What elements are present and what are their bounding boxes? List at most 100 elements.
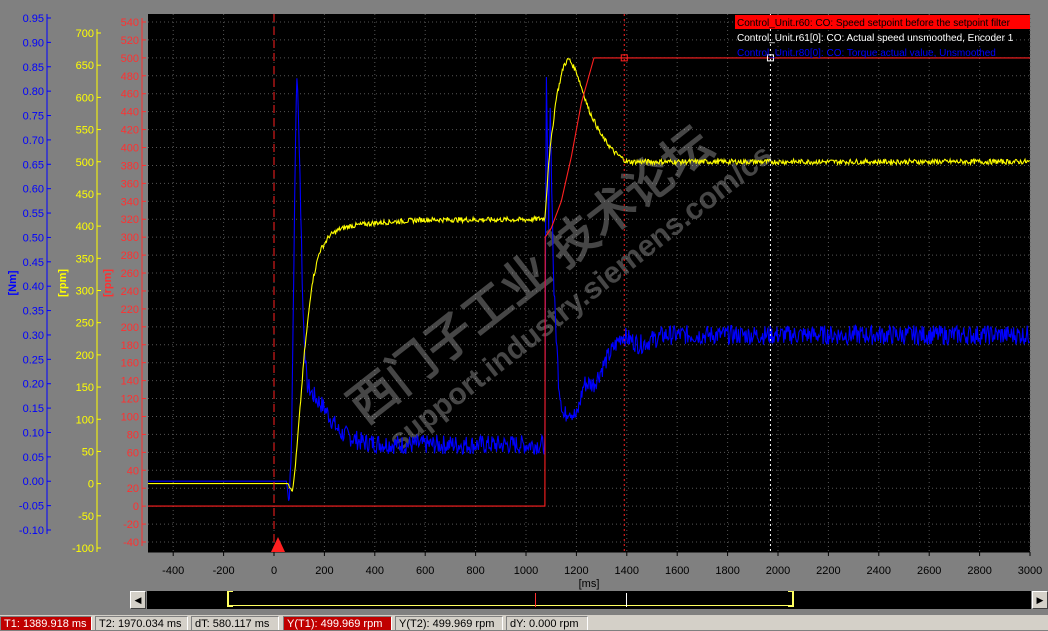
- setpoint-tick-label: -40: [123, 537, 139, 549]
- speed-tick-label: 550: [76, 125, 94, 137]
- setpoint-tick-label: 80: [127, 429, 139, 441]
- torque-tick-label: 0.05: [23, 452, 44, 464]
- x-tick-label: 2400: [867, 565, 891, 577]
- setpoint-tick-label: 140: [121, 376, 139, 388]
- setpoint-tick-label: 420: [121, 125, 139, 137]
- legend-entry-speed: Control_Unit.r61[0]: CO: Actual speed un…: [737, 33, 1014, 44]
- speed-tick-label: 700: [76, 28, 94, 40]
- setpoint-tick-label: 340: [121, 196, 139, 208]
- scroll-cursor-t2: [626, 593, 627, 607]
- torque-tick-label: 0.65: [23, 159, 44, 171]
- legend: Control_Unit.r60: CO: Speed setpoint bef…: [735, 15, 1030, 59]
- speed-tick-label: 300: [76, 286, 94, 298]
- setpoint-tick-label: 440: [121, 107, 139, 119]
- scrollbar-range-thumb[interactable]: [227, 591, 794, 607]
- x-tick-label: -200: [213, 565, 235, 577]
- speed-tick-label: 600: [76, 92, 94, 104]
- x-axis-title: [ms]: [579, 578, 600, 590]
- status-dt: dT: 580.117 ms: [191, 616, 279, 630]
- speed-tick-label: 250: [76, 318, 94, 330]
- torque-tick-label: -0.10: [19, 525, 44, 537]
- speed-tick-label: 350: [76, 253, 94, 265]
- setpoint-tick-label: 360: [121, 178, 139, 190]
- torque-tick-label: 0.60: [23, 184, 44, 196]
- torque-tick-label: 0.10: [23, 427, 44, 439]
- x-tick-label: 0: [271, 565, 277, 577]
- x-tick-label: 1200: [564, 565, 588, 577]
- speed-axis-title: [rpm]: [57, 269, 69, 297]
- torque-tick-label: 0.35: [23, 306, 44, 318]
- x-tick-label: 1600: [665, 565, 689, 577]
- x-tick-label: -400: [162, 565, 184, 577]
- setpoint-tick-label: 220: [121, 304, 139, 316]
- status-dy: dY: 0.000 rpm: [506, 616, 588, 630]
- torque-tick-label: 0.45: [23, 257, 44, 269]
- status-y-t1: Y(T1): 499.969 rpm: [283, 616, 392, 630]
- setpoint-tick-label: 0: [133, 501, 139, 513]
- status-y-t2: Y(T2): 499.969 rpm: [395, 616, 503, 630]
- x-tick-label: 2600: [917, 565, 941, 577]
- x-tick-label: 200: [315, 565, 333, 577]
- torque-tick-label: 0.95: [23, 13, 44, 25]
- setpoint-tick-label: 180: [121, 340, 139, 352]
- torque-axis-title: [Nm]: [7, 270, 19, 295]
- setpoint-tick-label: 480: [121, 71, 139, 83]
- x-tick-label: 800: [466, 565, 484, 577]
- x-tick-label: 600: [416, 565, 434, 577]
- torque-tick-label: 0.75: [23, 111, 44, 123]
- torque-tick-label: 0.55: [23, 208, 44, 220]
- speed-tick-label: -100: [72, 543, 94, 555]
- x-tick-label: 1000: [514, 565, 538, 577]
- setpoint-tick-label: 120: [121, 394, 139, 406]
- setpoint-tick-label: 20: [127, 483, 139, 495]
- setpoint-tick-label: 160: [121, 358, 139, 370]
- scroll-cursor-t1: [535, 593, 536, 607]
- status-t2: T2: 1970.034 ms: [95, 616, 188, 630]
- torque-tick-label: 0.50: [23, 232, 44, 244]
- x-tick-label: 1800: [715, 565, 739, 577]
- setpoint-tick-label: 280: [121, 250, 139, 262]
- speed-tick-label: 400: [76, 221, 94, 233]
- right-arrow-icon[interactable]: ▶: [1032, 591, 1048, 609]
- trace-chart[interactable]: 西门子工业 技术论坛 support.industry.siemens.com/…: [0, 0, 1048, 590]
- speed-tick-label: 150: [76, 382, 94, 394]
- torque-tick-label: 0.80: [23, 86, 44, 98]
- setpoint-tick-label: -20: [123, 519, 139, 531]
- left-arrow-icon[interactable]: ◀: [130, 591, 146, 609]
- x-tick-label: 3000: [1018, 565, 1042, 577]
- setpoint-tick-label: 60: [127, 447, 139, 459]
- torque-tick-label: 0.85: [23, 62, 44, 74]
- setpoint-tick-label: 240: [121, 286, 139, 298]
- torque-tick-label: 0.70: [23, 135, 44, 147]
- setpoint-axis-title: [rpm]: [102, 269, 114, 297]
- x-tick-label: 2000: [766, 565, 790, 577]
- setpoint-tick-label: 40: [127, 465, 139, 477]
- x-tick-label: 2800: [967, 565, 991, 577]
- x-tick-label: 1400: [615, 565, 639, 577]
- speed-tick-label: 450: [76, 189, 94, 201]
- time-scrollbar[interactable]: ◀ ▶: [130, 591, 1048, 609]
- speed-tick-label: 500: [76, 157, 94, 169]
- setpoint-tick-label: 380: [121, 160, 139, 172]
- torque-tick-label: 0.25: [23, 354, 44, 366]
- status-bar: T1: 1389.918 ms T2: 1970.034 ms dT: 580.…: [0, 615, 1048, 630]
- torque-tick-label: 0.40: [23, 281, 44, 293]
- speed-tick-label: 0: [88, 479, 94, 491]
- legend-entry-torque: Control_Unit.r80[0]: CO: Torque actual v…: [737, 48, 996, 59]
- setpoint-tick-label: 300: [121, 232, 139, 244]
- torque-tick-label: 0.90: [23, 37, 44, 49]
- legend-entry-setpoint: Control_Unit.r60: CO: Speed setpoint bef…: [737, 18, 1011, 29]
- setpoint-tick-label: 540: [121, 17, 139, 29]
- speed-tick-label: 650: [76, 60, 94, 72]
- x-tick-label: 2200: [816, 565, 840, 577]
- torque-tick-label: 0.30: [23, 330, 44, 342]
- speed-tick-label: 200: [76, 350, 94, 362]
- torque-tick-label: -0.05: [19, 501, 44, 513]
- setpoint-tick-label: 200: [121, 322, 139, 334]
- setpoint-tick-label: 320: [121, 214, 139, 226]
- speed-tick-label: 50: [82, 446, 94, 458]
- setpoint-tick-label: 260: [121, 268, 139, 280]
- setpoint-tick-label: 100: [121, 411, 139, 423]
- speed-tick-label: -50: [78, 511, 94, 523]
- scrollbar-track[interactable]: [147, 591, 1031, 609]
